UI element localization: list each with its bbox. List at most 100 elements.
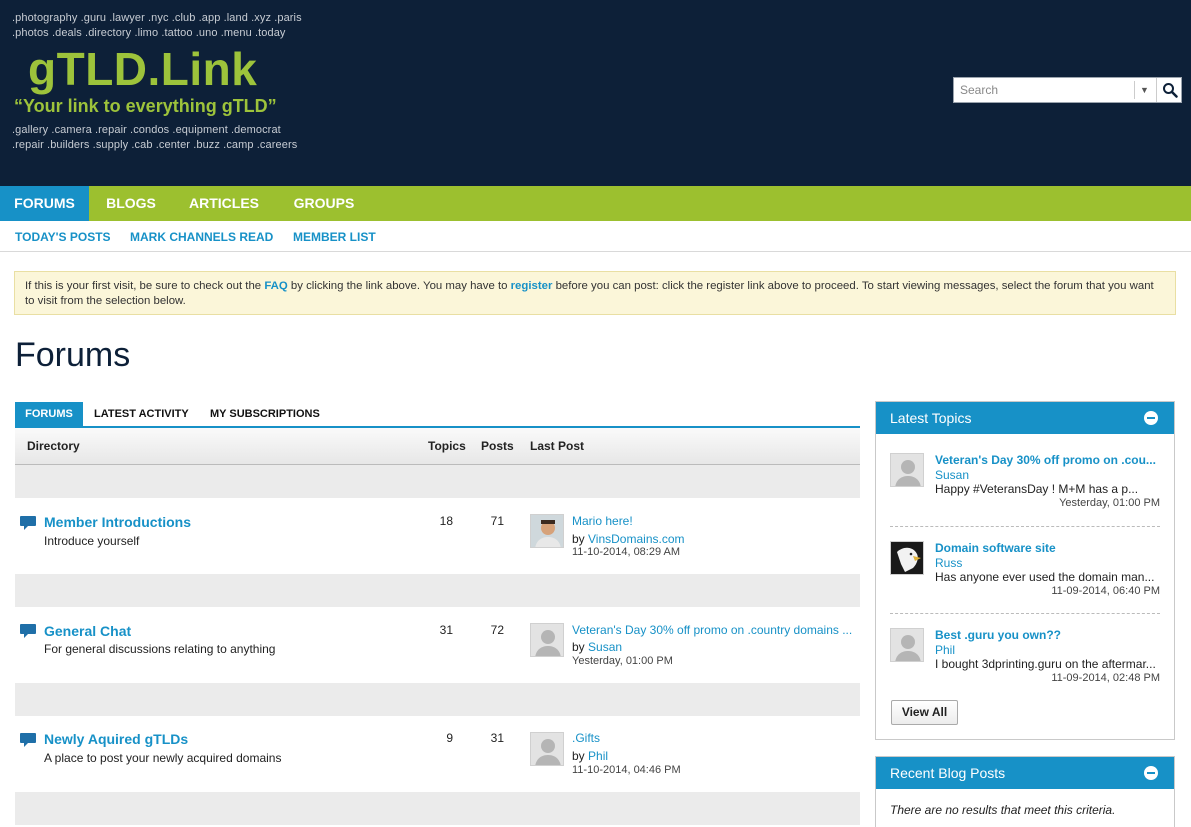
last-post-title-link[interactable]: .Gifts (572, 731, 600, 745)
widget-header: Recent Blog Posts (876, 757, 1174, 789)
tld-list-line: .photography .guru .lawyer .nyc .club .a… (12, 12, 302, 24)
topic-item: Domain software site Russ Has anyone eve… (890, 541, 1160, 613)
widget-title: Recent Blog Posts (890, 765, 1006, 781)
widget-header: Latest Topics (876, 402, 1174, 434)
topics-count: 31 (439, 623, 453, 637)
column-posts: Posts (481, 439, 514, 453)
nav-tab-groups[interactable]: GROUPS (283, 186, 365, 221)
site-logo[interactable]: gTLD.Link (28, 42, 257, 96)
search-button[interactable] (1156, 78, 1182, 102)
default-avatar-icon (535, 630, 561, 656)
column-directory: Directory (27, 439, 80, 453)
recent-blog-posts-widget: Recent Blog Posts There are no results t… (875, 756, 1175, 827)
todays-posts-link[interactable]: TODAY'S POSTS (15, 230, 111, 244)
tab-forums[interactable]: FORUMS (15, 402, 83, 428)
last-post-date: 11-10-2014, 04:46 PM (572, 764, 681, 776)
nav-tab-articles[interactable]: ARTICLES (178, 186, 270, 221)
forum-table-header: Directory Topics Posts Last Post (15, 428, 860, 465)
search-icon (1162, 83, 1178, 98)
default-avatar-icon (535, 739, 561, 765)
search-input[interactable] (954, 78, 1132, 102)
nav-tab-forums[interactable]: FORUMS (0, 186, 89, 221)
first-visit-notice: If this is your first visit, be sure to … (14, 271, 1176, 315)
last-post-title-link[interactable]: Veteran's Day 30% off promo on .country … (572, 623, 852, 637)
topic-date: 11-09-2014, 02:48 PM (1051, 672, 1160, 684)
default-avatar-icon (895, 635, 921, 661)
nav-tab-blogs[interactable]: BLOGS (91, 186, 171, 221)
last-post-date: 11-10-2014, 08:29 AM (572, 546, 681, 558)
main-nav: FORUMS BLOGS ARTICLES GROUPS (0, 186, 1191, 221)
forum-description: For general discussions relating to anyt… (44, 642, 276, 656)
tab-latest-activity[interactable]: LATEST ACTIVITY (94, 402, 189, 428)
topics-count: 18 (439, 514, 453, 528)
mark-channels-read-link[interactable]: MARK CHANNELS READ (130, 230, 273, 244)
last-post-user-link[interactable]: VinsDomains.com (588, 532, 684, 546)
user-avatar[interactable] (530, 732, 564, 766)
divider (890, 613, 1160, 614)
tld-list-line: .repair .builders .supply .cab .center .… (12, 139, 298, 151)
topics-count: 9 (446, 731, 453, 745)
last-post-user-link[interactable]: Phil (588, 749, 608, 763)
forum-bubble-icon (20, 516, 36, 530)
topic-title-link[interactable]: Best .guru you own?? (935, 628, 1161, 642)
topic-title-link[interactable]: Domain software site (935, 541, 1161, 555)
topic-user-link[interactable]: Phil (935, 643, 955, 657)
widget-title: Latest Topics (890, 410, 972, 426)
forum-title-link[interactable]: Member Introductions (44, 514, 191, 530)
topic-title-link[interactable]: Veteran's Day 30% off promo on .cou... (935, 453, 1161, 467)
user-photo-icon (531, 515, 563, 547)
last-post-user-link[interactable]: Susan (588, 640, 622, 654)
by-label: by (572, 749, 589, 763)
sub-nav: TODAY'S POSTS MARK CHANNELS READ MEMBER … (0, 221, 1191, 252)
collapse-icon[interactable] (1144, 766, 1158, 780)
topic-user-link[interactable]: Susan (935, 468, 969, 482)
view-all-button[interactable]: View All (891, 700, 958, 725)
forum-description: Introduce yourself (44, 534, 140, 548)
search-options-dropdown[interactable]: ▼ (1134, 81, 1154, 99)
user-avatar[interactable] (890, 628, 924, 662)
channel-separator (15, 683, 860, 716)
posts-count: 31 (490, 731, 504, 745)
channel-separator (15, 465, 860, 498)
topic-date: 11-09-2014, 06:40 PM (1051, 585, 1160, 597)
notice-text: If this is your first visit, be sure to … (25, 280, 265, 292)
user-avatar[interactable] (890, 541, 924, 575)
empty-results-message: There are no results that meet this crit… (890, 803, 1116, 817)
topic-excerpt: I bought 3dprinting.guru on the aftermar… (935, 657, 1156, 671)
topic-item: Veteran's Day 30% off promo on .cou... S… (890, 453, 1160, 525)
default-avatar-icon (895, 460, 921, 486)
member-list-link[interactable]: MEMBER LIST (293, 230, 376, 244)
user-avatar[interactable] (530, 623, 564, 657)
divider (890, 526, 1160, 527)
by-label: by (572, 640, 589, 654)
last-post-date: Yesterday, 01:00 PM (572, 655, 673, 667)
eagle-avatar-icon (891, 542, 923, 574)
tab-my-subscriptions[interactable]: MY SUBSCRIPTIONS (210, 402, 320, 428)
forum-description: A place to post your newly acquired doma… (44, 751, 282, 765)
topic-user-link[interactable]: Russ (935, 556, 962, 570)
posts-count: 71 (490, 514, 504, 528)
user-avatar[interactable] (890, 453, 924, 487)
forum-title-link[interactable]: General Chat (44, 623, 131, 639)
caret-down-icon: ▼ (1140, 85, 1149, 95)
column-topics: Topics (428, 439, 466, 453)
site-tagline: “Your link to everything gTLD” (14, 96, 277, 116)
last-post-title-link[interactable]: Mario here! (572, 514, 633, 528)
topic-date: Yesterday, 01:00 PM (1059, 497, 1160, 509)
last-post-author: by Phil (572, 749, 608, 763)
forum-title-link[interactable]: Newly Aquired gTLDs (44, 731, 188, 747)
notice-text: by clicking the link above. You may have… (287, 280, 511, 292)
collapse-icon[interactable] (1144, 411, 1158, 425)
latest-topics-widget: Latest Topics Veteran's Day 30% off prom… (875, 401, 1175, 740)
forum-bubble-icon (20, 624, 36, 638)
faq-link[interactable]: FAQ (264, 280, 287, 292)
tld-list-line: .photos .deals .directory .limo .tattoo … (12, 27, 286, 39)
register-link[interactable]: register (511, 280, 553, 292)
last-post-author: by Susan (572, 640, 622, 654)
site-header: .photography .guru .lawyer .nyc .club .a… (0, 0, 1191, 186)
tld-list-line: .gallery .camera .repair .condos .equipm… (12, 124, 281, 136)
user-avatar[interactable] (530, 514, 564, 548)
topic-item: Best .guru you own?? Phil I bought 3dpri… (890, 628, 1160, 700)
topic-excerpt: Happy #VeteransDay ! M+M has a p... (935, 482, 1139, 496)
column-last-post: Last Post (530, 439, 585, 453)
